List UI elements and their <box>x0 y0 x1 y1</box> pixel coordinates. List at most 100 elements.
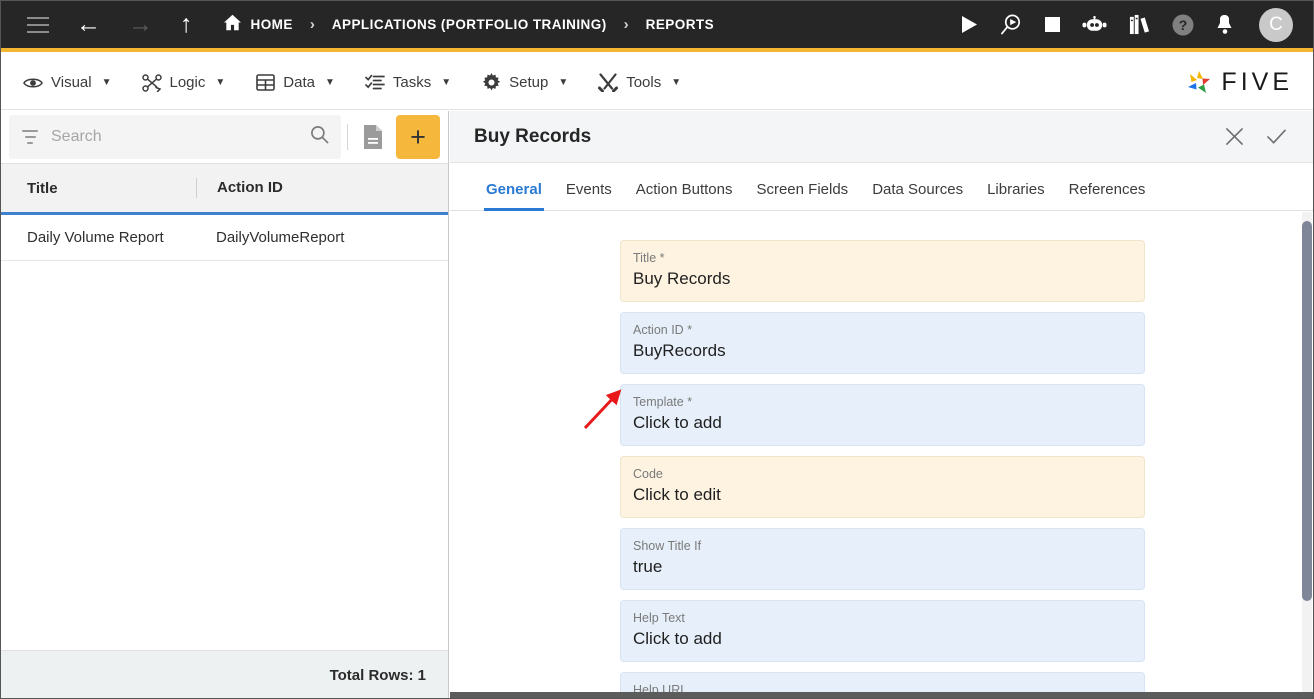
breadcrumb-separator-1: › <box>309 16 315 33</box>
gear-icon <box>481 73 501 93</box>
menu-item-data[interactable]: Data ▼ <box>255 73 335 93</box>
chevron-down-icon: ▼ <box>101 77 112 88</box>
field-value-action-id: BuyRecords <box>633 341 726 360</box>
detail-panel: Buy Records General Events Action Button… <box>450 111 1313 698</box>
task-list-icon <box>365 73 385 93</box>
brand-name: FIVE <box>1221 68 1293 96</box>
table-icon <box>255 73 275 93</box>
menu-item-visual[interactable]: Visual ▼ <box>23 73 112 93</box>
field-code[interactable]: Code Click to edit <box>620 456 1145 518</box>
chevron-down-icon: ▼ <box>558 77 569 88</box>
field-value-code: Click to edit <box>633 485 721 504</box>
close-icon[interactable] <box>1225 127 1244 146</box>
field-template[interactable]: Template * Click to add <box>620 384 1145 446</box>
add-record-button[interactable]: + <box>396 115 440 159</box>
search-input[interactable] <box>51 128 298 146</box>
breadcrumb-item-reports[interactable]: REPORTS <box>646 17 714 32</box>
document-icon[interactable] <box>360 122 386 152</box>
menu-item-logic[interactable]: Logic ▼ <box>141 73 225 93</box>
forward-arrow-icon[interactable]: → <box>128 12 153 37</box>
field-label-action-id: Action ID * <box>633 323 693 337</box>
field-label-title: Title * <box>633 251 665 265</box>
table-row[interactable]: Daily Volume Report DailyVolumeReport <box>1 215 448 261</box>
field-value-template: Click to add <box>633 413 722 432</box>
field-value-help-text: Click to add <box>633 629 722 648</box>
toolbar-divider <box>347 124 348 150</box>
field-value-title: Buy Records <box>633 269 731 288</box>
main-menu-bar: Visual ▼ Logic ▼ Data ▼ Tasks ▼ Setup ▼ … <box>1 56 1313 110</box>
stop-icon[interactable] <box>1045 17 1060 32</box>
column-header-title[interactable]: Title <box>1 180 196 197</box>
total-rows-label: Total Rows: 1 <box>329 667 426 684</box>
field-label-template: Template * <box>633 395 693 409</box>
general-form: Title * Buy Records Action ID * BuyRecor… <box>450 212 1313 698</box>
field-label-code: Code <box>633 467 663 481</box>
tab-events[interactable]: Events <box>554 181 624 210</box>
menu-label-data: Data <box>283 74 315 91</box>
home-icon <box>223 14 242 35</box>
svg-text:?: ? <box>1179 17 1188 33</box>
logic-nodes-icon <box>141 73 162 93</box>
app-window: ← → ↑ HOME › APPLICATIONS (PORTFOLIO TRA… <box>0 0 1314 699</box>
library-icon[interactable] <box>1129 14 1150 35</box>
hamburger-menu-icon[interactable] <box>27 16 49 33</box>
chevron-down-icon: ▼ <box>441 77 452 88</box>
menu-label-tasks: Tasks <box>392 74 432 91</box>
field-label-show-title-if: Show Title If <box>633 539 702 553</box>
tab-libraries[interactable]: Libraries <box>975 181 1057 210</box>
detail-header-actions <box>1225 127 1313 146</box>
field-title[interactable]: Title * Buy Records <box>620 240 1145 302</box>
chevron-down-icon: ▼ <box>324 77 335 88</box>
form-scrollbar[interactable] <box>1302 212 1312 698</box>
search-box[interactable] <box>9 115 341 159</box>
menu-item-tasks[interactable]: Tasks ▼ <box>365 73 451 93</box>
back-arrow-icon[interactable]: ← <box>76 12 101 37</box>
up-arrow-icon[interactable]: ↑ <box>180 12 193 37</box>
cell-title: Daily Volume Report <box>27 229 164 246</box>
page-title: Buy Records <box>474 125 592 147</box>
menu-label-setup: Setup <box>509 74 549 91</box>
menu-item-tools[interactable]: Tools ▼ <box>598 73 681 93</box>
records-table-footer: Total Rows: 1 <box>1 650 448 698</box>
user-avatar[interactable]: C <box>1259 7 1293 42</box>
chevron-down-icon: ▼ <box>671 77 682 88</box>
field-action-id[interactable]: Action ID * BuyRecords <box>620 312 1145 374</box>
search-icon[interactable] <box>310 125 329 149</box>
form-scrollbar-thumb[interactable] <box>1302 221 1312 601</box>
cell-action-id: DailyVolumeReport <box>216 229 345 246</box>
help-icon[interactable]: ? <box>1172 14 1194 36</box>
search-toolbar: + <box>1 111 448 163</box>
menu-item-setup[interactable]: Setup ▼ <box>481 73 568 93</box>
debug-icon[interactable] <box>1000 13 1023 36</box>
top-navigation-bar: ← → ↑ HOME › APPLICATIONS (PORTFOLIO TRA… <box>1 1 1313 52</box>
run-icon[interactable] <box>961 15 978 34</box>
filter-icon[interactable] <box>21 130 39 144</box>
breadcrumb-item-home[interactable]: HOME <box>223 14 293 35</box>
field-label-help-text: Help Text <box>633 611 685 625</box>
tab-screen-fields[interactable]: Screen Fields <box>744 181 860 210</box>
topbar-actions: ? C <box>961 7 1313 42</box>
notification-bell-icon[interactable] <box>1216 14 1234 35</box>
detail-tabs: General Events Action Buttons Screen Fie… <box>450 163 1313 211</box>
bottom-strip <box>450 692 1313 698</box>
tab-references[interactable]: References <box>1057 181 1158 210</box>
chatbot-icon[interactable] <box>1082 15 1107 34</box>
column-header-action-id[interactable]: Action ID <box>196 178 283 198</box>
records-list-panel: + Title Action ID Daily Volume Report Da… <box>1 111 449 698</box>
detail-header: Buy Records <box>450 111 1313 163</box>
tab-data-sources[interactable]: Data Sources <box>860 181 975 210</box>
breadcrumb-item-applications[interactable]: APPLICATIONS (PORTFOLIO TRAINING) <box>332 17 607 32</box>
five-brand-logo: FIVE <box>1184 68 1313 97</box>
field-help-text[interactable]: Help Text Click to add <box>620 600 1145 662</box>
tab-action-buttons[interactable]: Action Buttons <box>624 181 745 210</box>
menu-label-tools: Tools <box>626 74 662 91</box>
breadcrumb-separator-2: › <box>623 16 629 33</box>
field-show-title-if[interactable]: Show Title If true <box>620 528 1145 590</box>
menu-label-logic: Logic <box>169 74 206 91</box>
records-table-header: Title Action ID <box>1 163 448 215</box>
breadcrumb-label-home: HOME <box>250 17 293 32</box>
field-value-show-title-if: true <box>633 557 663 576</box>
check-icon[interactable] <box>1266 127 1287 146</box>
tab-general[interactable]: General <box>474 181 554 211</box>
tools-icon <box>598 73 619 93</box>
